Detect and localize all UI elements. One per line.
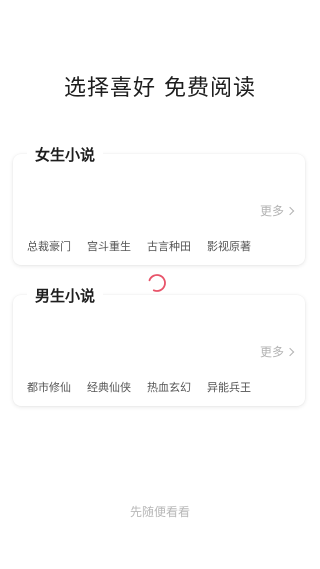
loading-spinner-icon	[148, 274, 166, 292]
female-more-button[interactable]: 更多	[259, 202, 295, 219]
female-tag-item[interactable]: 总裁豪门	[27, 238, 87, 254]
male-tag-item[interactable]: 异能兵王	[207, 379, 267, 395]
male-more-label: 更多	[259, 345, 284, 359]
chevron-right-icon	[285, 347, 295, 356]
female-tag-item[interactable]: 影视原著	[207, 238, 267, 254]
male-novel-label: 男生小说	[27, 286, 104, 306]
female-tag-item[interactable]: 古言种田	[147, 238, 207, 254]
male-tag-item[interactable]: 热血玄幻	[147, 379, 207, 395]
page-title: 选择喜好 免费阅读	[64, 76, 256, 101]
male-tag-item[interactable]: 经典仙侠	[87, 379, 147, 395]
female-tag-list: 总裁豪门 宫斗重生 古言种田 影视原著	[27, 238, 267, 254]
male-tag-list: 都市修仙 经典仙侠 热血玄幻 异能兵王	[27, 379, 267, 395]
female-novel-label: 女生小说	[27, 145, 104, 165]
browse-casually-button[interactable]: 先随便看看	[0, 503, 320, 520]
male-tag-item[interactable]: 都市修仙	[27, 379, 87, 395]
chevron-right-icon	[285, 206, 295, 215]
male-more-button[interactable]: 更多	[259, 343, 295, 360]
female-novel-card: 女生小说 更多 总裁豪门 宫斗重生 古言种田 影视原著	[13, 145, 305, 265]
female-tag-item[interactable]: 宫斗重生	[87, 238, 147, 254]
male-novel-card: 男生小说 更多 都市修仙 经典仙侠 热血玄幻 异能兵王	[13, 286, 305, 406]
female-more-label: 更多	[259, 204, 284, 218]
